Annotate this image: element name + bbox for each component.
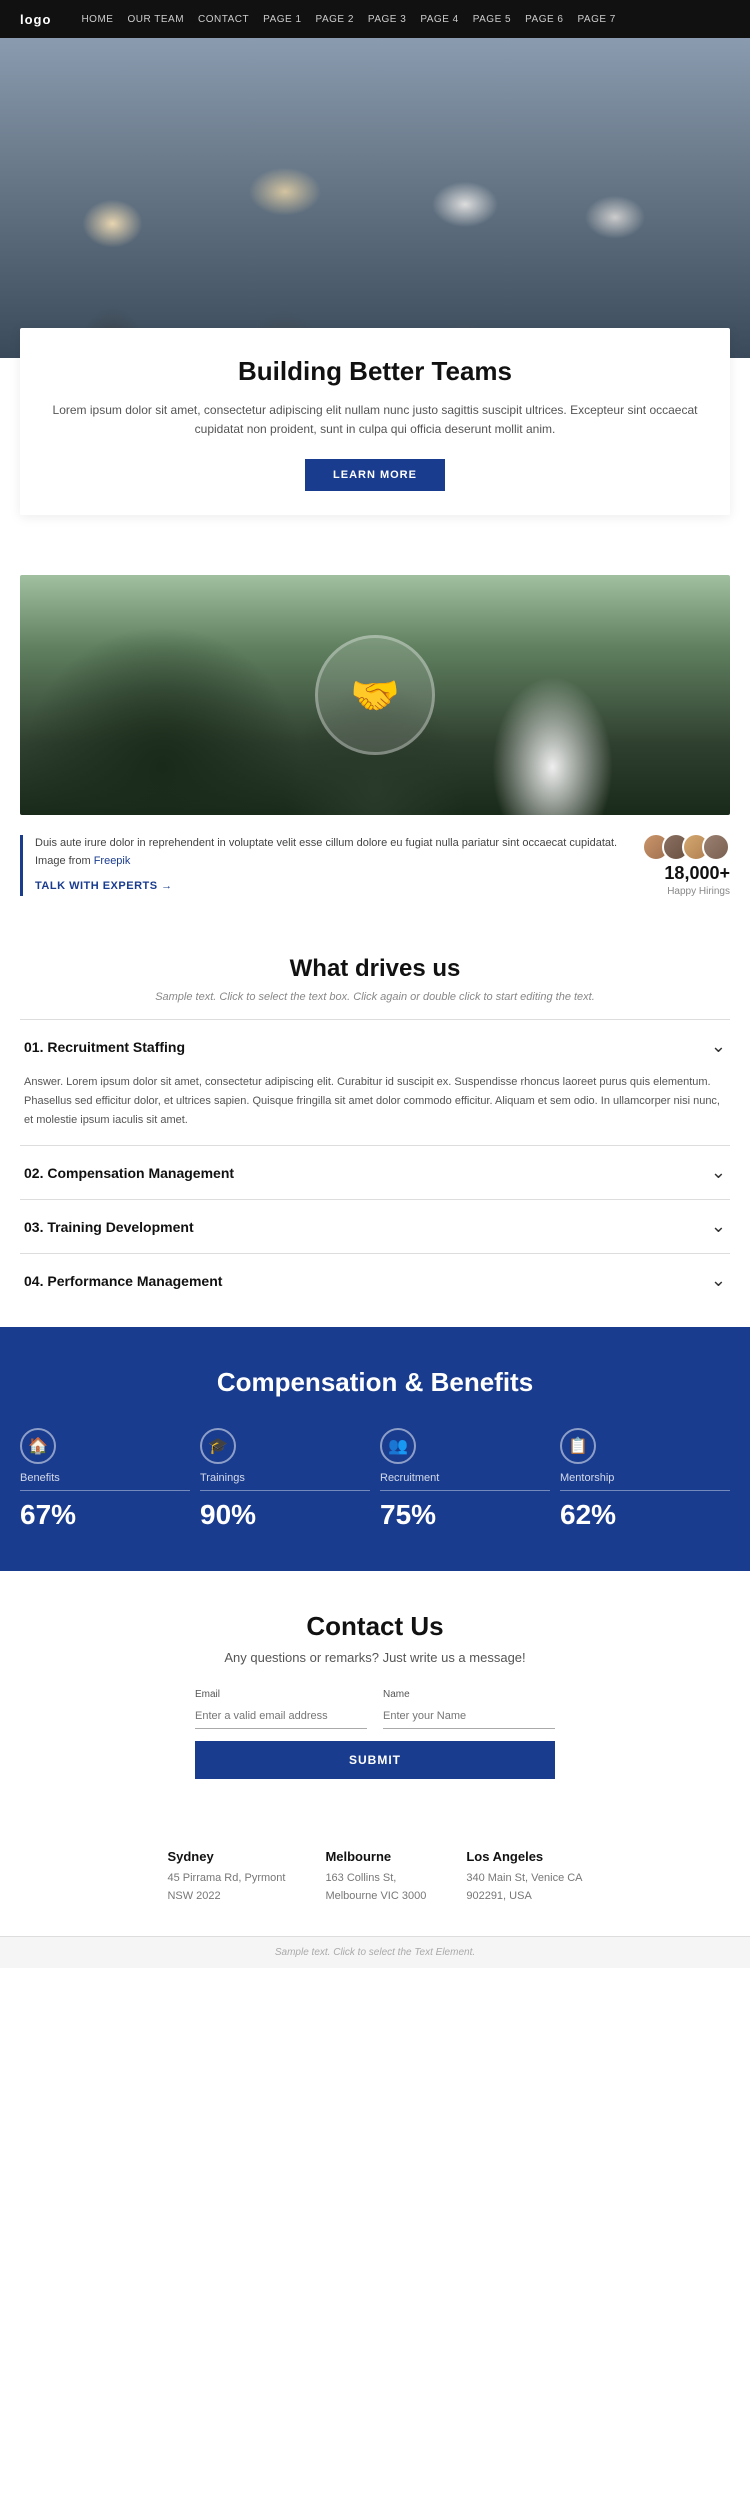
office-losangeles: Los Angeles 340 Main St, Venice CA902291… xyxy=(466,1849,582,1905)
chevron-down-icon-3: ⌄ xyxy=(711,1216,726,1237)
accordion-item-1: 01. Recruitment Staffing ⌄ Answer. Lorem… xyxy=(20,1019,730,1145)
hero-background xyxy=(0,38,750,358)
chevron-down-icon-2: ⌄ xyxy=(711,1162,726,1183)
footer: Sample text. Click to select the Text El… xyxy=(0,1936,750,1968)
intro-body: Lorem ipsum dolor sit amet, consectetur … xyxy=(50,401,700,439)
contact-section: Contact Us Any questions or remarks? Jus… xyxy=(0,1571,750,1819)
comp-item-recruitment: 👥 Recruitment 75% xyxy=(380,1428,550,1531)
melbourne-city: Melbourne xyxy=(325,1849,426,1864)
trainings-label: Trainings xyxy=(200,1472,370,1491)
comp-grid: 🏠 Benefits 67% 🎓 Trainings 90% 👥 Recruit… xyxy=(20,1428,730,1531)
intro-card: Building Better Teams Lorem ipsum dolor … xyxy=(20,328,730,515)
submit-button[interactable]: SUBMIT xyxy=(195,1741,555,1779)
nav-page4[interactable]: PAGE 4 xyxy=(420,14,458,25)
recruitment-label: Recruitment xyxy=(380,1472,550,1491)
accordion-header-1[interactable]: 01. Recruitment Staffing ⌄ xyxy=(20,1020,730,1073)
email-group: Email xyxy=(195,1689,367,1729)
compensation-banner: Compensation & Benefits 🏠 Benefits 67% 🎓… xyxy=(0,1327,750,1571)
nav-page1[interactable]: PAGE 1 xyxy=(263,14,301,25)
name-input[interactable] xyxy=(383,1704,555,1729)
trainings-percent: 90% xyxy=(200,1499,370,1531)
talk-with-experts-link[interactable]: TALK WITH EXPERTS → xyxy=(35,878,626,896)
stats-text-block: Duis aute irure dolor in reprehendent in… xyxy=(20,835,626,896)
benefits-icon: 🏠 xyxy=(20,1428,56,1464)
nav-contact[interactable]: CONTACT xyxy=(198,14,249,25)
what-drives-subtitle: Sample text. Click to select the text bo… xyxy=(20,991,730,1003)
accordion-title-3: 03. Training Development xyxy=(24,1219,194,1235)
chevron-down-icon-4: ⌄ xyxy=(711,1270,726,1291)
melbourne-address: 163 Collins St,Melbourne VIC 3000 xyxy=(325,1870,426,1905)
comp-item-benefits: 🏠 Benefits 67% xyxy=(20,1428,190,1531)
mentorship-icon: 📋 xyxy=(560,1428,596,1464)
nav-page2[interactable]: PAGE 2 xyxy=(316,14,354,25)
accordion-item-2: 02. Compensation Management ⌄ xyxy=(20,1145,730,1199)
spacer1 xyxy=(0,515,750,545)
happy-hirings-count: 18,000+ xyxy=(664,863,730,884)
email-input[interactable] xyxy=(195,1704,367,1729)
comp-item-mentorship: 📋 Mentorship 62% xyxy=(560,1428,730,1531)
trainings-icon: 🎓 xyxy=(200,1428,236,1464)
stats-row: Duis aute irure dolor in reprehendent in… xyxy=(0,815,750,915)
la-city: Los Angeles xyxy=(466,1849,582,1864)
mentorship-label: Mentorship xyxy=(560,1472,730,1491)
hero-section xyxy=(0,38,750,358)
recruitment-icon: 👥 xyxy=(380,1428,416,1464)
happy-hirings-label: Happy Hirings xyxy=(667,886,730,897)
what-drives-section: What drives us Sample text. Click to sel… xyxy=(0,915,750,1019)
intro-title: Building Better Teams xyxy=(50,356,700,387)
accordion-item-4: 04. Performance Management ⌄ xyxy=(20,1253,730,1307)
accordion-title-1: 01. Recruitment Staffing xyxy=(24,1039,185,1055)
recruitment-percent: 75% xyxy=(380,1499,550,1531)
accordion-item-3: 03. Training Development ⌄ xyxy=(20,1199,730,1253)
accordion: 01. Recruitment Staffing ⌄ Answer. Lorem… xyxy=(0,1019,750,1307)
sydney-city: Sydney xyxy=(167,1849,285,1864)
spacer2 xyxy=(0,545,750,575)
nav-page7[interactable]: PAGE 7 xyxy=(577,14,615,25)
comp-item-trainings: 🎓 Trainings 90% xyxy=(200,1428,370,1531)
name-group: Name xyxy=(383,1689,555,1729)
hands-icon: 🤝 xyxy=(315,635,435,755)
what-drives-title: What drives us xyxy=(20,955,730,983)
benefits-label: Benefits xyxy=(20,1472,190,1491)
chevron-down-icon-1: ⌄ xyxy=(711,1036,726,1057)
contact-form: Email Name SUBMIT xyxy=(195,1689,555,1779)
mentorship-percent: 62% xyxy=(560,1499,730,1531)
nav-page5[interactable]: PAGE 5 xyxy=(473,14,511,25)
accordion-content-1: Answer. Lorem ipsum dolor sit amet, cons… xyxy=(20,1073,730,1145)
office-sydney: Sydney 45 Pirrama Rd, PyrmontNSW 2022 xyxy=(167,1849,285,1905)
accordion-header-2[interactable]: 02. Compensation Management ⌄ xyxy=(20,1146,730,1199)
learn-more-button[interactable]: LEARN MORE xyxy=(305,459,445,491)
freepik-link[interactable]: Freepik xyxy=(94,855,131,867)
nav-links: HOME OUR TEAM CONTACT PAGE 1 PAGE 2 PAGE… xyxy=(81,14,615,25)
sydney-address: 45 Pirrama Rd, PyrmontNSW 2022 xyxy=(167,1870,285,1905)
avatar-group xyxy=(642,833,730,861)
office-melbourne: Melbourne 163 Collins St,Melbourne VIC 3… xyxy=(325,1849,426,1905)
form-row: Email Name xyxy=(195,1689,555,1729)
offices-row: Sydney 45 Pirrama Rd, PyrmontNSW 2022 Me… xyxy=(0,1819,750,1935)
team-photo: 🤝 xyxy=(20,575,730,815)
la-address: 340 Main St, Venice CA902291, USA xyxy=(466,1870,582,1905)
accordion-header-3[interactable]: 03. Training Development ⌄ xyxy=(20,1200,730,1253)
nav-page6[interactable]: PAGE 6 xyxy=(525,14,563,25)
nav-page3[interactable]: PAGE 3 xyxy=(368,14,406,25)
nav-our-team[interactable]: OUR TEAM xyxy=(127,14,184,25)
navigation: logo HOME OUR TEAM CONTACT PAGE 1 PAGE 2… xyxy=(0,0,750,38)
comp-banner-title: Compensation & Benefits xyxy=(20,1367,730,1398)
name-label: Name xyxy=(383,1689,555,1700)
contact-subtitle: Any questions or remarks? Just write us … xyxy=(20,1650,730,1665)
logo: logo xyxy=(20,12,51,27)
email-label: Email xyxy=(195,1689,367,1700)
benefits-percent: 67% xyxy=(20,1499,190,1531)
accordion-title-4: 04. Performance Management xyxy=(24,1273,222,1289)
stats-right-block: 18,000+ Happy Hirings xyxy=(642,833,730,897)
footer-text: Sample text. Click to select the Text El… xyxy=(275,1947,475,1958)
accordion-title-2: 02. Compensation Management xyxy=(24,1165,234,1181)
contact-title: Contact Us xyxy=(20,1611,730,1642)
nav-home[interactable]: HOME xyxy=(81,14,113,25)
accordion-header-4[interactable]: 04. Performance Management ⌄ xyxy=(20,1254,730,1307)
avatar xyxy=(702,833,730,861)
